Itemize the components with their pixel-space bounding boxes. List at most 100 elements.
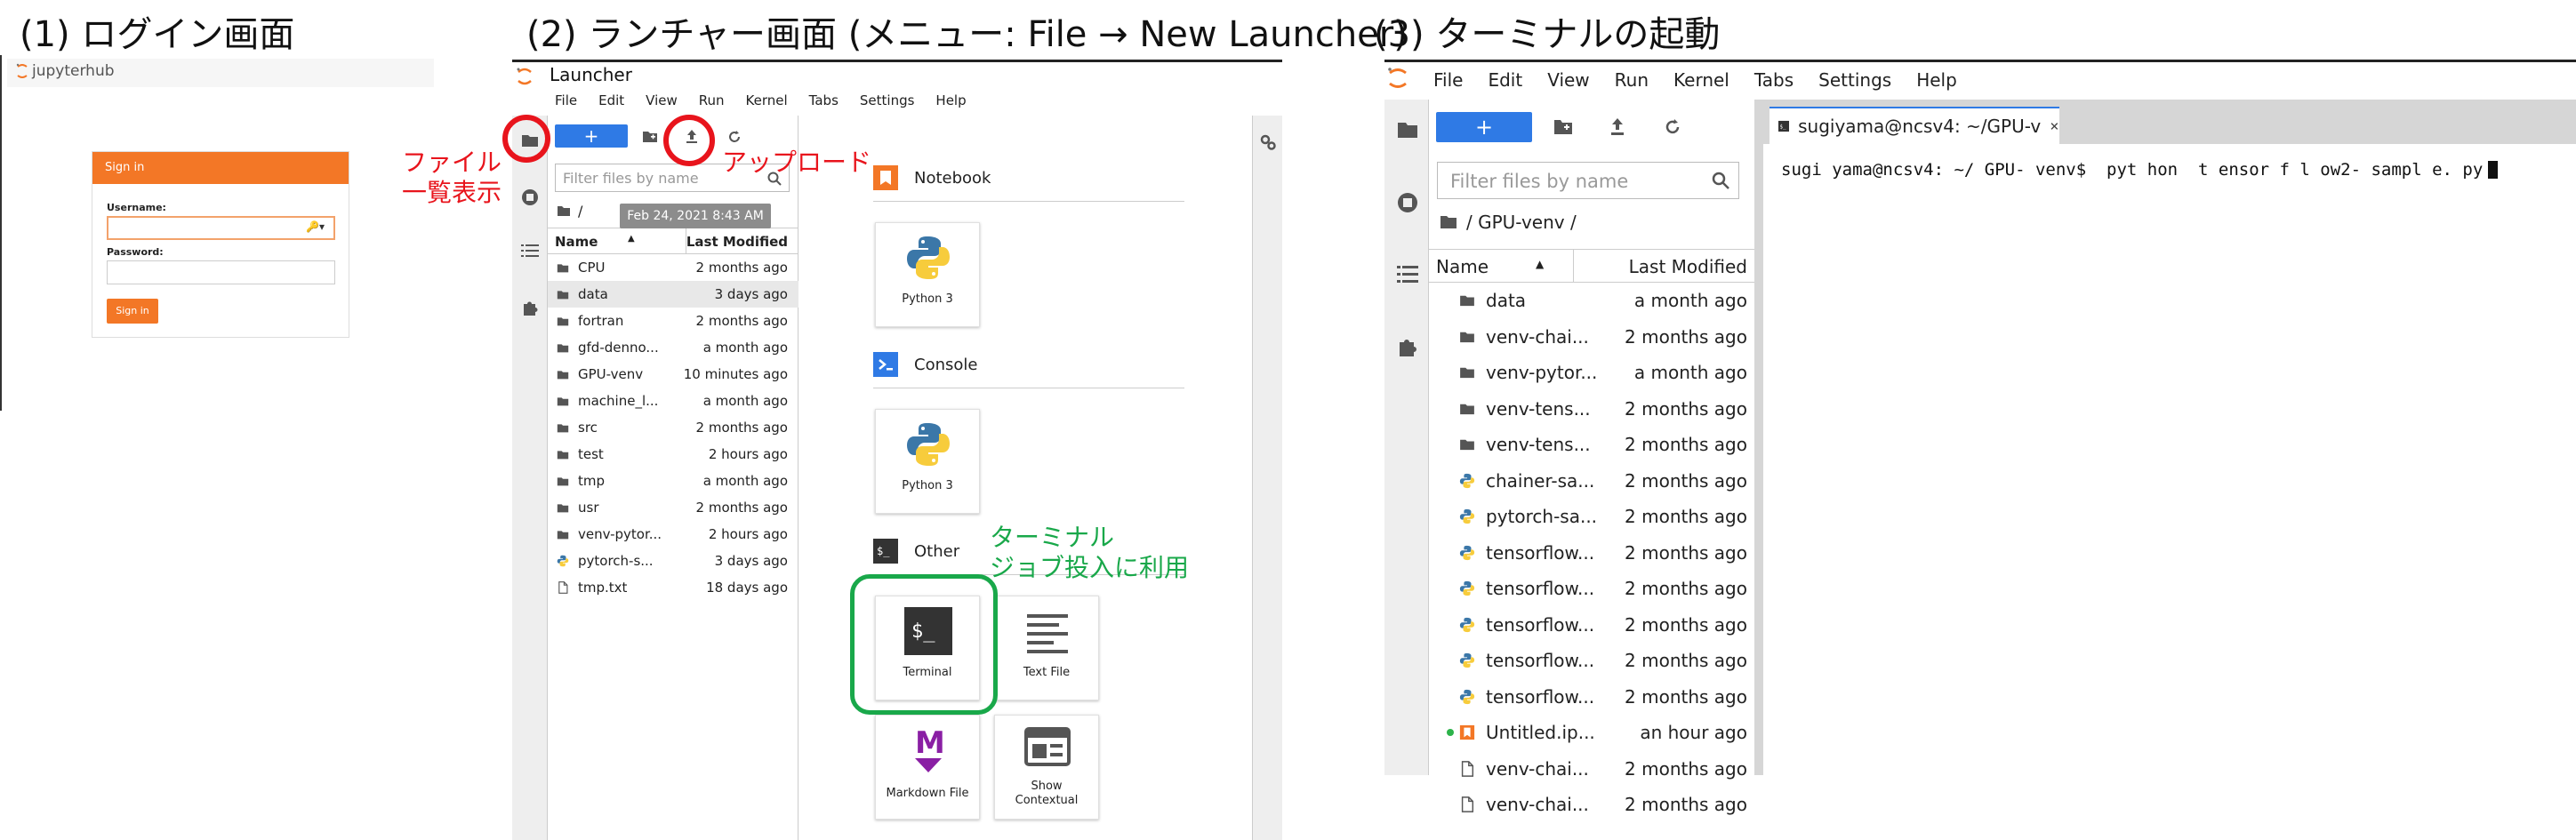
column-name[interactable]: Name [1436,256,1489,277]
file-row[interactable]: fortran 2 months ago [548,308,798,334]
menu-run[interactable]: Run [1602,69,1661,91]
file-row[interactable]: venv-chai... 2 months ago [1429,751,1761,788]
menu-file[interactable]: File [1421,69,1475,91]
file-row[interactable]: GPU-venv 10 minutes ago [548,361,798,388]
file-modified: 2 months ago [1625,794,1747,816]
folder-icon [1440,216,1457,228]
jupyterhub-logo[interactable]: jupyterhub [16,62,115,80]
file-row[interactable]: data a month ago [1429,283,1761,319]
file-row[interactable]: gfd-denno... a month ago [548,334,798,361]
list-icon[interactable] [521,244,539,258]
card-label: Show [1031,780,1063,793]
menu-file[interactable]: File [544,92,588,116]
menu-help[interactable]: Help [1904,69,1970,91]
new-folder-icon[interactable] [642,131,658,143]
text-file-card[interactable]: Text File [994,596,1099,700]
menu-view[interactable]: View [635,92,688,116]
signin-button[interactable]: Sign in [107,299,158,324]
annotation-terminal-line2: ジョブ投入に利用 [990,553,1190,582]
file-row[interactable]: tensorflow... 2 months ago [1429,643,1761,679]
sort-ascending-icon[interactable]: ▲ [628,234,635,244]
jupyter-logo-icon [16,63,28,78]
running-icon[interactable] [1397,192,1418,213]
panel2-top-border [512,60,1282,62]
file-row[interactable]: tmp.txt 18 days ago [548,574,798,601]
new-launcher-button[interactable]: + [555,124,628,148]
file-row[interactable]: venv-pytor... a month ago [1429,355,1761,391]
file-row[interactable]: venv-chai... 2 months ago [1429,319,1761,356]
folder-icon [557,396,569,406]
refresh-icon[interactable] [1664,118,1681,136]
column-last-modified[interactable]: Last Modified [686,234,788,250]
card-label: Contextual [1015,794,1079,807]
file-row[interactable]: tensorflow... 2 months ago [1429,535,1761,572]
extension-puzzle-icon[interactable] [1397,336,1418,357]
folder-icon[interactable] [1397,121,1418,139]
contextual-help-icon [1024,727,1071,766]
breadcrumb[interactable]: / GPU-venv / [1440,212,1577,233]
upload-icon[interactable] [1609,117,1626,137]
breadcrumb[interactable]: / [557,203,582,220]
file-row[interactable]: tensorflow... 2 months ago [1429,679,1761,716]
column-name[interactable]: Name [555,234,598,250]
column-last-modified[interactable]: Last Modified [1629,256,1747,277]
right-sidebar [1252,116,1282,840]
menu-kernel[interactable]: Kernel [735,92,798,116]
file-row[interactable]: venv-tens... 2 months ago [1429,427,1761,463]
menu-tabs[interactable]: Tabs [798,92,849,116]
file-row[interactable]: venv-pytor... 2 hours ago [548,521,798,548]
menu-kernel[interactable]: Kernel [1661,69,1742,91]
new-launcher-button[interactable]: + [1436,112,1532,142]
password-input[interactable] [107,260,335,284]
menu-tabs[interactable]: Tabs [1742,69,1806,91]
folder-icon [557,263,569,273]
new-folder-icon[interactable] [1553,119,1573,135]
file-name: venv-tens... [1486,434,1591,456]
running-icon[interactable] [521,188,539,206]
property-inspector-gears-icon[interactable] [1259,133,1277,151]
file-row[interactable]: CPU 2 months ago [548,254,798,281]
file-row[interactable]: chainer-sa... 2 months ago [1429,463,1761,500]
file-row[interactable]: pytorch-s... 3 days ago [548,548,798,574]
username-input[interactable]: 🔑▾ [107,216,335,240]
file-row[interactable]: tensorflow... 2 months ago [1429,607,1761,644]
file-modified: 2 months ago [695,260,788,276]
python3-notebook-card[interactable]: Python 3 [875,222,980,327]
file-row[interactable]: pytorch-sa... 2 months ago [1429,499,1761,535]
menu-view[interactable]: View [1535,69,1601,91]
menu-edit[interactable]: Edit [1475,69,1535,91]
left-sidebar [512,116,548,840]
menu-edit[interactable]: Edit [588,92,635,116]
python-icon [1459,545,1475,561]
file-row[interactable]: tensorflow... 2 months ago [1429,571,1761,607]
markdown-file-card[interactable]: M Markdown File [875,715,980,820]
refresh-icon[interactable] [727,130,742,144]
filter-files-input[interactable]: Filter files by name [1437,162,1739,199]
file-row[interactable]: usr 2 months ago [548,494,798,521]
tab-terminal[interactable]: $_ sugiyama@ncsv4: ~/GPU-v [1769,107,2059,144]
menu-settings[interactable]: Settings [849,92,926,116]
file-modified: 2 hours ago [708,526,788,542]
sort-ascending-icon[interactable]: ▲ [1536,258,1544,270]
file-row[interactable]: data 3 days ago [548,281,798,308]
list-icon[interactable] [1397,265,1418,283]
file-row[interactable]: test 2 hours ago [548,441,798,468]
file-name: venv-chai... [1486,794,1589,816]
annotation-file-list-line2: 一覧表示 [402,178,502,207]
close-icon[interactable] [2050,119,2059,133]
menu-run[interactable]: Run [688,92,735,116]
show-contextual-help-card[interactable]: Show Contextual [994,715,1099,820]
terminal-pane[interactable] [1763,144,2576,775]
file-row[interactable]: src 2 months ago [548,414,798,441]
python3-console-card[interactable]: Python 3 [875,409,980,514]
panel2-heading: (2) ランチャー画面 (メニュー: File → New Launcher) [526,14,1408,55]
file-row[interactable]: venv-tens... 2 months ago [1429,391,1761,428]
file-row[interactable]: venv-chai... 2 months ago [1429,787,1761,823]
file-row[interactable]: machine_l... a month ago [548,388,798,414]
menu-help[interactable]: Help [925,92,976,116]
file-row[interactable]: Untitled.ip... an hour ago [1429,715,1761,751]
file-row[interactable]: tmp a month ago [548,468,798,494]
panel-splitter[interactable] [1754,100,1763,775]
extension-puzzle-icon[interactable] [521,299,539,316]
menu-settings[interactable]: Settings [1806,69,1904,91]
